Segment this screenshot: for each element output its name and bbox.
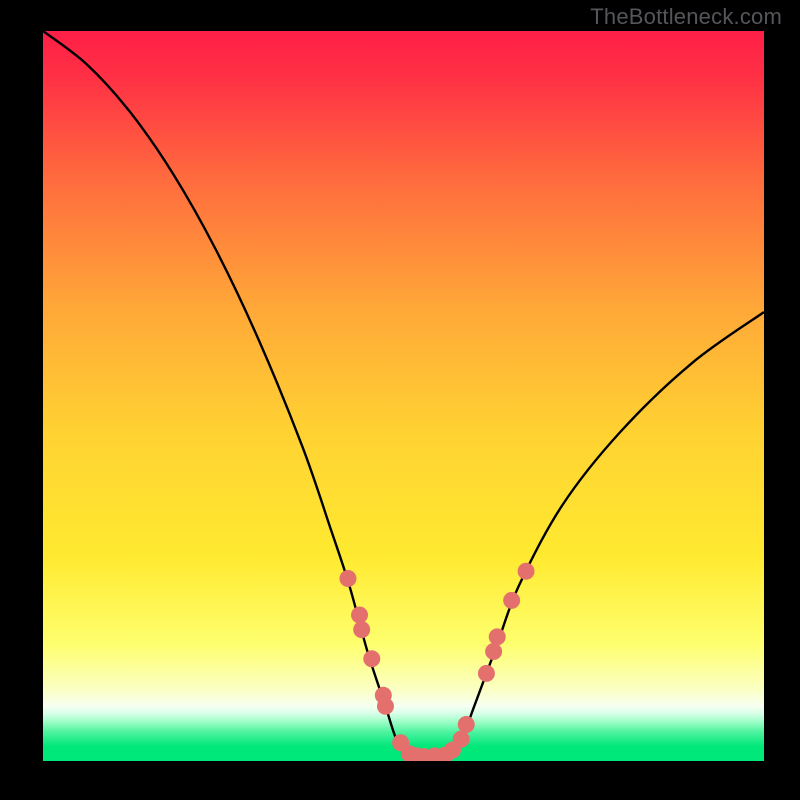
data-marker	[458, 716, 475, 733]
chart-root: { "watermark": "TheBottleneck.com", "col…	[0, 0, 800, 800]
data-marker	[518, 563, 535, 580]
data-marker	[377, 698, 394, 715]
data-marker	[453, 731, 470, 748]
data-marker	[353, 621, 370, 638]
watermark-text: TheBottleneck.com	[590, 4, 782, 30]
data-marker	[478, 665, 495, 682]
bottleneck-chart	[0, 0, 800, 800]
data-marker	[485, 643, 502, 660]
data-marker	[339, 570, 356, 587]
data-marker	[489, 628, 506, 645]
data-marker	[351, 607, 368, 624]
data-marker	[363, 650, 380, 667]
data-marker	[503, 592, 520, 609]
